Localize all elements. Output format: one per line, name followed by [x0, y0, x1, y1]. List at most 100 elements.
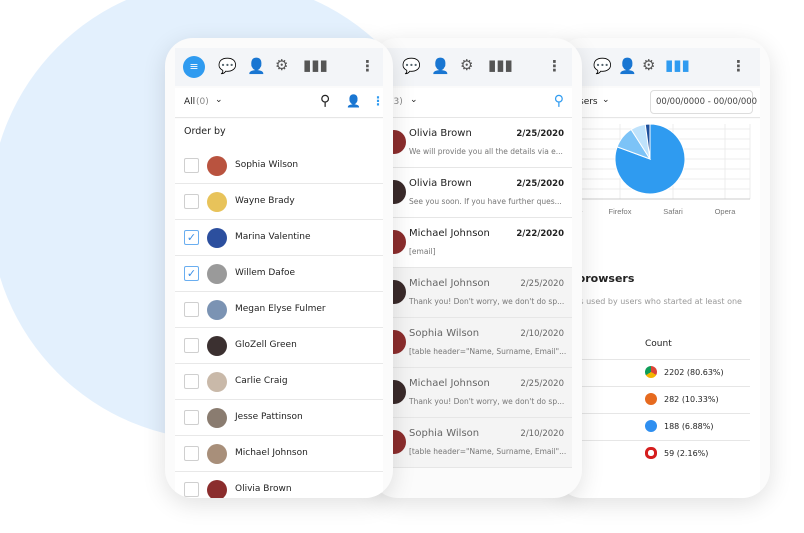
section-subtitle: sers used by users who started at least … — [567, 297, 742, 306]
contact-row[interactable]: ✓ Willem Dafoe — [175, 256, 383, 292]
message-date: 2/25/2020 — [520, 379, 564, 389]
contact-checkbox[interactable] — [184, 446, 199, 461]
bar-chart-icon[interactable]: ▮▮▮ — [488, 58, 513, 73]
gear-icon[interactable]: ⚙ — [460, 58, 473, 73]
x-tick-label: Firefox — [609, 207, 632, 216]
message-icon[interactable]: 💬 — [218, 59, 237, 74]
filter-label[interactable]: All — [184, 97, 195, 107]
contact-row[interactable]: Sophia Wilson — [175, 148, 383, 184]
chevron-down-icon[interactable]: ⌄ — [215, 95, 223, 105]
stats-header: 💬 👤 ⚙ ▮▮▮ ⋮ — [565, 48, 760, 86]
contact-checkbox[interactable] — [184, 194, 199, 209]
search-icon[interactable]: ⚲ — [320, 93, 330, 109]
browser-row: 59 (2.16%) — [565, 440, 750, 467]
contact-checkbox[interactable] — [184, 374, 199, 389]
contact-name: Olivia Brown — [235, 484, 292, 494]
message-preview: [email] — [409, 247, 436, 256]
contacts-filter-bar: All (0) ⌄ ⚲ 👤 ⋮ — [175, 88, 384, 118]
gear-icon[interactable]: ⚙ — [275, 58, 288, 73]
message-date: 2/10/2020 — [520, 329, 564, 339]
more-vertical-icon[interactable]: ⋮ — [372, 94, 384, 108]
contact-checkbox[interactable] — [184, 302, 199, 317]
contact-checkbox[interactable] — [184, 482, 199, 497]
message-preview: See you soon. If you have further ques..… — [409, 197, 562, 206]
message-row[interactable]: Michael Johnson 2/25/2020 Thank you! Don… — [380, 368, 572, 418]
sender-name: Olivia Brown — [409, 178, 472, 189]
chevron-down-icon[interactable]: ⌄ — [602, 95, 610, 105]
contact-checkbox[interactable]: ✓ — [184, 266, 199, 281]
message-preview: [table header="Name, Surname, Email"... — [409, 447, 567, 456]
message-row[interactable]: Michael Johnson 2/22/2020 [email] — [380, 218, 572, 268]
firefox-icon — [645, 393, 657, 405]
x-tick-label: Safari — [663, 207, 683, 216]
contact-row[interactable]: Megan Elyse Fulmer — [175, 292, 383, 328]
avatar — [207, 336, 227, 356]
more-vertical-icon[interactable]: ⋮ — [547, 59, 562, 74]
browser-row: ne 2202 (80.63%) — [565, 359, 750, 386]
contacts-header: ≡ 💬 👤 ⚙ ▮▮▮ ⋮ — [175, 48, 383, 86]
avatar — [207, 264, 227, 284]
user-icon[interactable]: 👤 — [618, 59, 637, 74]
search-icon[interactable]: ⚲ — [554, 93, 564, 109]
opera-icon — [645, 447, 657, 459]
chrome-icon — [645, 366, 657, 378]
message-row[interactable]: Olivia Brown 2/25/2020 We will provide y… — [380, 118, 572, 168]
order-by-row[interactable]: Order by — [175, 119, 383, 149]
sender-name: Sophia Wilson — [409, 328, 480, 339]
sender-name: Michael Johnson — [409, 378, 490, 389]
contact-row[interactable]: Jesse Pattinson — [175, 400, 383, 436]
contact-name: Sophia Wilson — [235, 160, 299, 170]
contact-name: Jesse Pattinson — [235, 412, 303, 422]
chevron-down-icon[interactable]: ⌄ — [410, 95, 418, 105]
contact-row[interactable]: GloZell Green — [175, 328, 383, 364]
chat-bubble-icon[interactable]: ≡ — [183, 56, 205, 78]
contact-name: Marina Valentine — [235, 232, 311, 242]
browser-pie-chart: omeFirefoxSafariOpera — [565, 124, 751, 216]
more-vertical-icon[interactable]: ⋮ — [731, 59, 746, 74]
message-date: 2/25/2020 — [516, 129, 564, 139]
bar-chart-icon[interactable]: ▮▮▮ — [665, 58, 690, 73]
contact-checkbox[interactable] — [184, 158, 199, 173]
message-preview: [table header="Name, Surname, Email"... — [409, 347, 567, 356]
contact-name: Carlie Craig — [235, 376, 288, 386]
browser-count: 282 (10.33%) — [664, 395, 719, 404]
contacts-phone: ≡ 💬 👤 ⚙ ▮▮▮ ⋮ All (0) ⌄ ⚲ 👤 ⋮ Order by S… — [165, 38, 393, 498]
date-range-input[interactable]: 00/00/0000 - 00/00/000 — [650, 90, 757, 114]
messages-filter-bar: (3) ⌄ ⚲ — [380, 88, 572, 118]
messages-phone: 💬 👤 ⚙ ▮▮▮ ⋮ (3) ⌄ ⚲ Olivia Brown 2/25/20… — [370, 38, 582, 498]
sender-name: Olivia Brown — [409, 128, 472, 139]
gear-icon[interactable]: ⚙ — [642, 58, 655, 73]
browser-count: 2202 (80.63%) — [664, 368, 724, 377]
contact-row[interactable]: Olivia Brown — [175, 472, 383, 498]
sender-name: Sophia Wilson — [409, 428, 480, 439]
stats-body: omeFirefoxSafariOpera s browsers sers us… — [565, 119, 760, 498]
contact-checkbox[interactable] — [184, 338, 199, 353]
message-row[interactable]: Sophia Wilson 2/10/2020 [table header="N… — [380, 418, 572, 468]
contact-row[interactable]: Wayne Brady — [175, 184, 383, 220]
message-row[interactable]: Sophia Wilson 2/10/2020 [table header="N… — [380, 318, 572, 368]
contact-name: Willem Dafoe — [235, 268, 296, 278]
contact-row[interactable]: Carlie Craig — [175, 364, 383, 400]
browser-count: 188 (6.88%) — [664, 422, 714, 431]
contact-row[interactable]: ✓ Marina Valentine — [175, 220, 383, 256]
message-preview: Thank you! Don't worry, we don't do sp..… — [409, 297, 565, 306]
avatar — [207, 408, 227, 428]
contact-name: GloZell Green — [235, 340, 297, 350]
sender-name: Michael Johnson — [409, 278, 490, 289]
contact-row[interactable]: Michael Johnson — [175, 436, 383, 472]
user-icon[interactable]: 👤 — [247, 59, 266, 74]
more-vertical-icon[interactable]: ⋮ — [360, 59, 375, 74]
message-date: 2/25/2020 — [516, 179, 564, 189]
safari-icon — [645, 420, 657, 432]
user-icon[interactable]: 👤 — [346, 94, 361, 108]
contact-checkbox[interactable] — [184, 410, 199, 425]
message-row[interactable]: Michael Johnson 2/25/2020 Thank you! Don… — [380, 268, 572, 318]
avatar — [207, 192, 227, 212]
message-icon[interactable]: 💬 — [593, 59, 612, 74]
contact-name: Megan Elyse Fulmer — [235, 304, 326, 314]
contact-checkbox[interactable]: ✓ — [184, 230, 199, 245]
bar-chart-icon[interactable]: ▮▮▮ — [303, 58, 328, 73]
message-row[interactable]: Olivia Brown 2/25/2020 See you soon. If … — [380, 168, 572, 218]
message-icon[interactable]: 💬 — [402, 59, 421, 74]
user-icon[interactable]: 👤 — [431, 59, 450, 74]
